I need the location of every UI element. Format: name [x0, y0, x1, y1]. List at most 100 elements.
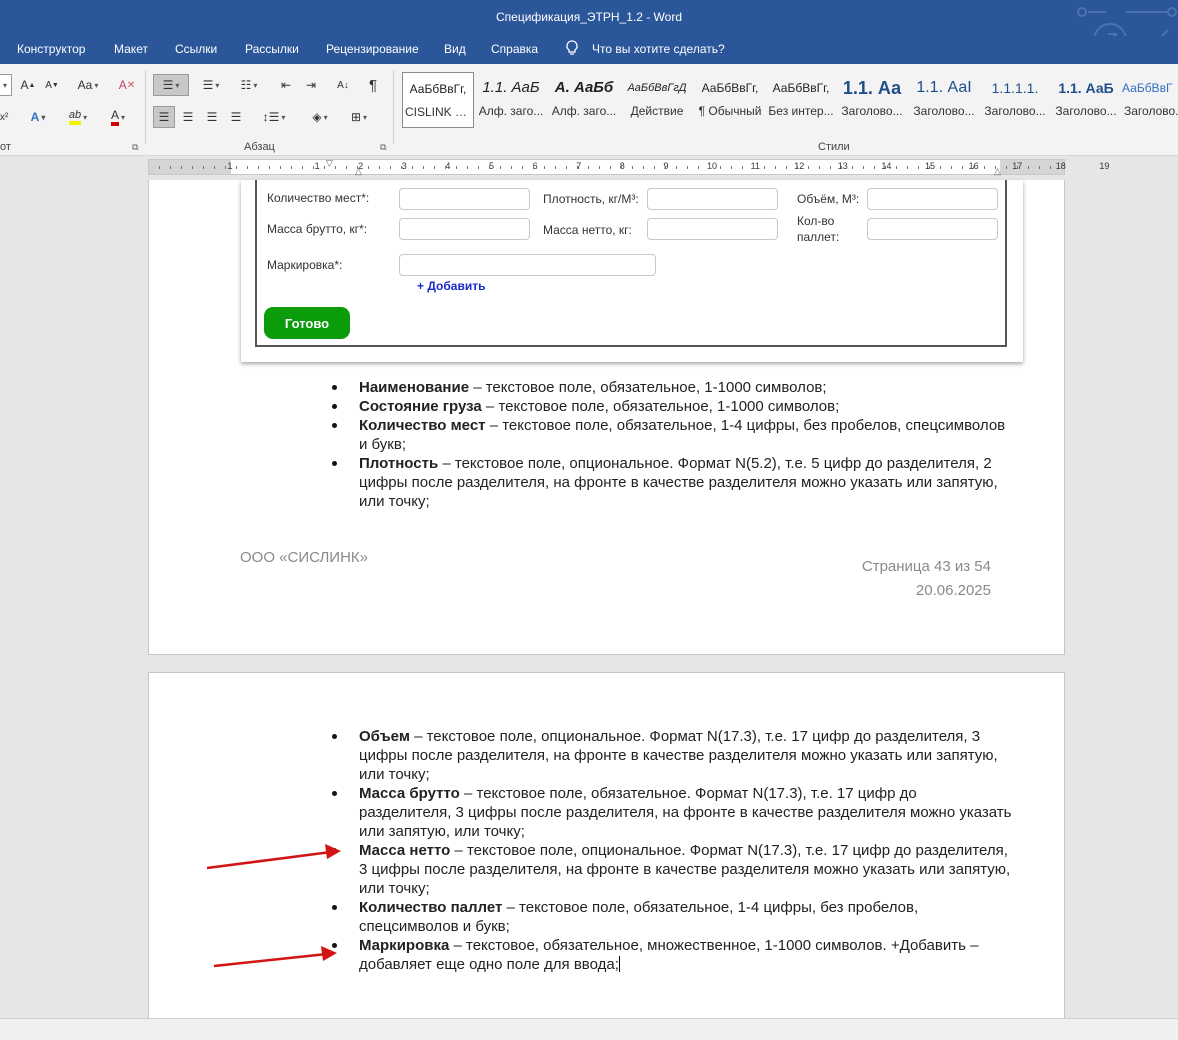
font-size-dropdown[interactable]: ▾ [0, 74, 12, 96]
list-item[interactable]: Масса нетто – текстовое поле, опциональн… [332, 841, 1012, 898]
shrink-font-icon[interactable]: A ▼ [42, 74, 62, 96]
style-gallery-item[interactable]: 1.1.1.1. Заголово... [979, 72, 1051, 128]
grow-font-icon[interactable]: A ▲ [18, 74, 38, 96]
list-item[interactable]: Количество паллет – текстовое поле, обяз… [332, 898, 1012, 936]
marking-field [399, 254, 656, 276]
tab-references[interactable]: Ссылки [175, 42, 217, 56]
style-gallery-item[interactable]: АаБбВвГгД Действие [621, 72, 693, 128]
ruler-tick [258, 166, 259, 169]
style-gallery-item[interactable]: 1.1. АаI Заголово... [908, 72, 980, 128]
font-color-icon[interactable]: A ▾ [100, 106, 136, 128]
sort-icon[interactable]: A↓ [332, 74, 354, 96]
ruler-tick [753, 166, 754, 169]
tab-review[interactable]: Рецензирование [326, 42, 419, 56]
align-left-button[interactable]: ☰ [153, 106, 175, 128]
style-gallery-item[interactable]: АаБбВвГг, CISLINK о... [402, 72, 474, 128]
tab-layout[interactable]: Макет [114, 42, 148, 56]
align-center-icon[interactable]: ☰ [177, 106, 199, 128]
list-item[interactable]: Количество мест – текстовое поле, обязат… [332, 416, 1012, 454]
ruler-tick [797, 166, 798, 169]
ruler-tick [863, 166, 864, 169]
form-panel: Количество мест*: Плотность, кг/М³: Объё… [255, 180, 1007, 347]
superscript-icon[interactable]: x² [0, 106, 10, 128]
ruler-tick [291, 166, 292, 169]
style-preview: 1.1.1.1. [991, 80, 1039, 96]
style-gallery-item[interactable]: АаБбВвГ Заголово... [1122, 72, 1178, 128]
decrease-indent-icon[interactable]: ⇤ [275, 74, 297, 96]
ruler-number: 18 [1055, 161, 1066, 171]
ruler-tick [214, 166, 215, 169]
ruler-tick [610, 166, 611, 169]
ruler-tick [1006, 166, 1007, 169]
numbering-icon[interactable]: ☰ ▾ [193, 74, 229, 96]
style-gallery-item[interactable]: АаБбВвГг, ¶ Обычный [694, 72, 766, 128]
ruler-tick [555, 166, 556, 169]
annotation-arrow [206, 850, 332, 870]
ruler-tick [676, 166, 677, 169]
pallets-label-line2: паллет: [797, 230, 840, 244]
list-item[interactable]: Маркировка – текстовое, обязательное, мн… [332, 936, 1012, 974]
bullets-button[interactable]: ☰ ▾ [153, 74, 189, 96]
style-name: ¶ Обычный [698, 104, 762, 118]
increase-indent-icon[interactable]: ⇥ [300, 74, 322, 96]
tab-view[interactable]: Вид [444, 42, 466, 56]
list-text: – текстовое поле, опциональное. Формат N… [359, 728, 998, 783]
ruler-tick [434, 166, 435, 169]
list-item[interactable]: Плотность – текстовое поле, опциональное… [332, 454, 1012, 511]
style-name: Алф. заго... [551, 104, 617, 118]
list-item[interactable]: Объем – текстовое поле, опциональное. Фо… [332, 727, 1012, 784]
ruler-tick [423, 166, 424, 169]
ruler-number: 1 [314, 161, 320, 171]
font-group-label: от [0, 141, 11, 153]
text-effects-icon[interactable]: A ▾ [24, 106, 52, 128]
show-formatting-icon[interactable]: ¶ [362, 74, 384, 96]
justify-icon[interactable]: ☰ [225, 106, 247, 128]
style-preview: 1.1. АаI [916, 79, 972, 96]
bullet-list: Объем – текстовое поле, опциональное. Фо… [332, 727, 1012, 974]
ruler-tick [412, 166, 413, 169]
style-gallery-item[interactable]: 1.1. АаБ Заголово... [1050, 72, 1122, 128]
style-gallery-item[interactable]: А. АаБб Алф. заго... [548, 72, 620, 128]
style-preview: АаБбВвГг, [701, 81, 759, 95]
horizontal-ruler[interactable]: ▽ △ △ 112345678910111213141516171819 [148, 159, 1109, 176]
style-gallery-item[interactable]: 1.1. Аа Заголово... [836, 72, 908, 128]
clear-formatting-icon[interactable]: A ✕ [116, 74, 138, 96]
tab-mailings[interactable]: Рассылки [245, 42, 299, 56]
density-label: Плотность, кг/М³: [543, 192, 639, 206]
tab-help[interactable]: Справка [491, 42, 538, 56]
shading-icon[interactable]: ◈ ▾ [302, 106, 338, 128]
volume-field [867, 188, 998, 210]
font-group-launcher-icon[interactable]: ⧉ [132, 142, 138, 153]
list-item[interactable]: Масса брутто – текстовое поле, обязатель… [332, 784, 1012, 841]
ruler-tick [841, 166, 842, 169]
ruler-number: 2 [358, 161, 364, 171]
volume-label: Объём, М³: [797, 192, 860, 206]
borders-icon[interactable]: ⊞ ▾ [341, 106, 377, 128]
style-name: Алф. заго... [478, 104, 544, 118]
styles-group-label: Стили [818, 141, 850, 153]
ruler-tick [170, 166, 171, 169]
ruler-tick [808, 166, 809, 169]
list-item[interactable]: Наименование – текстовое поле, обязатель… [332, 378, 1012, 397]
align-right-icon[interactable]: ☰ [201, 106, 223, 128]
ruler-tick [544, 166, 545, 169]
ruler-tick [731, 166, 732, 169]
tell-me-search[interactable]: Что вы хотите сделать? [592, 42, 725, 56]
highlight-color-icon[interactable]: ab ▾ [60, 106, 96, 128]
change-case-icon[interactable]: Aa ▾ [70, 74, 106, 96]
list-term: Плотность [359, 455, 439, 472]
ruler-tick [720, 166, 721, 169]
list-item[interactable]: Состояние груза – текстовое поле, обязат… [332, 397, 1012, 416]
ruler-tick [698, 166, 699, 169]
paragraph-group-launcher-icon[interactable]: ⧉ [380, 142, 386, 153]
arrowhead-icon [325, 844, 341, 859]
first-line-indent-marker[interactable]: ▽ [326, 159, 333, 168]
ruler-tick [819, 166, 820, 169]
style-gallery-item[interactable]: АаБбВвГг, Без интер... [765, 72, 837, 128]
style-gallery-item[interactable]: 1.1. АаБ Алф. заго... [475, 72, 547, 128]
multilevel-list-icon[interactable]: ☷ ▾ [231, 74, 267, 96]
ruler-tick [984, 166, 985, 169]
line-spacing-icon[interactable]: ↕☰ ▾ [256, 106, 292, 128]
tab-design[interactable]: Конструктор [17, 42, 85, 56]
ruler-tick [907, 166, 908, 169]
